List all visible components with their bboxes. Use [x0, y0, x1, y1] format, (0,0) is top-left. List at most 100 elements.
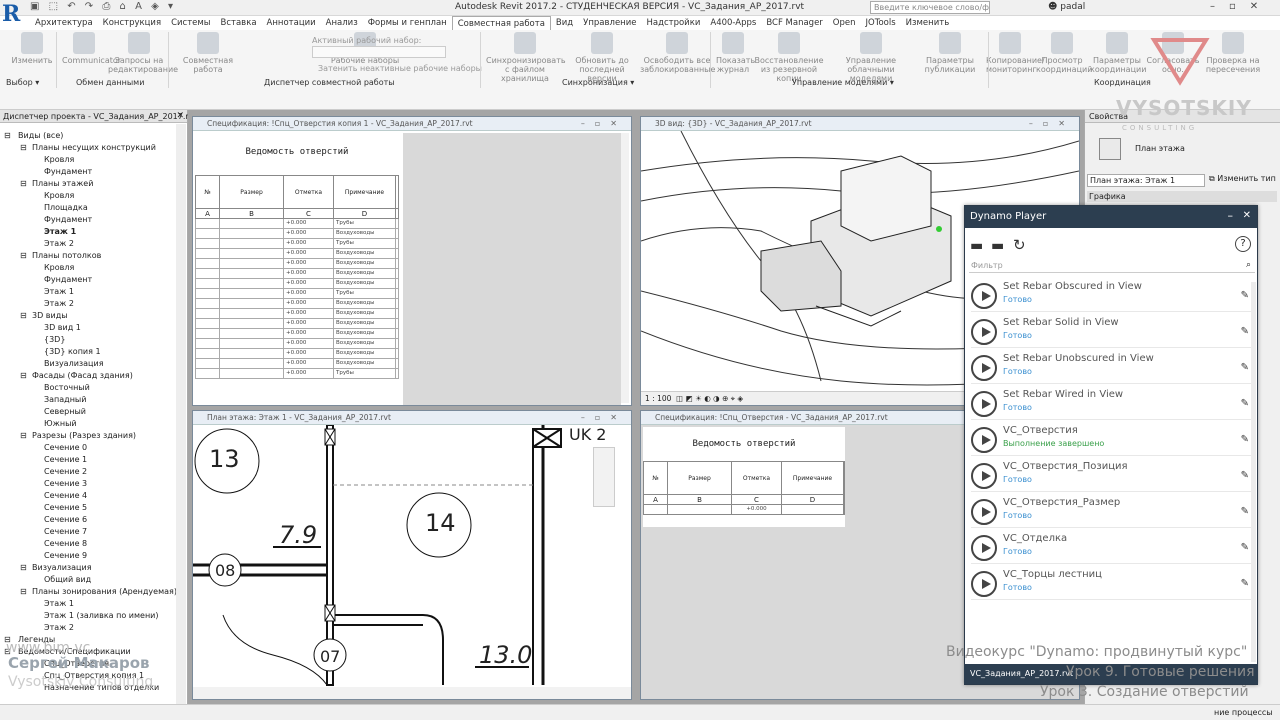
- table-cell[interactable]: [220, 239, 284, 248]
- tab-12[interactable]: BCF Manager: [761, 16, 827, 30]
- table-cell[interactable]: [220, 259, 284, 268]
- browser-item[interactable]: Кровля: [44, 154, 74, 166]
- column-header[interactable]: Отметка: [732, 462, 782, 494]
- ribbon-button-9[interactable]: Восстановление из резервной копии: [752, 32, 826, 83]
- view-scale[interactable]: 1 : 100: [645, 394, 671, 403]
- tab-13[interactable]: Open: [828, 16, 861, 30]
- table-cell[interactable]: +0.000: [284, 289, 334, 298]
- table-cell[interactable]: [220, 219, 284, 228]
- tab-7[interactable]: Совместная работа: [451, 16, 551, 30]
- room-number[interactable]: 14: [425, 509, 456, 537]
- table-row[interactable]: +0.000 Воздуховоды: [195, 349, 399, 359]
- minimize-icon[interactable]: –: [1228, 209, 1234, 222]
- play-icon[interactable]: [971, 499, 997, 525]
- column-header[interactable]: Примечание: [782, 462, 844, 494]
- ribbon-button-1[interactable]: Communicator: [62, 32, 121, 65]
- table-cell[interactable]: [220, 289, 284, 298]
- tab-11[interactable]: A400-Apps: [705, 16, 761, 30]
- browse-folder-icon[interactable]: ▬: [991, 238, 1004, 254]
- browser-item[interactable]: Фундамент: [44, 214, 92, 226]
- dynamo-script-item[interactable]: VC_Отверстия_Размер Готово ✎: [971, 494, 1255, 528]
- dynamo-script-item[interactable]: Set Rebar Solid in View Готово ✎: [971, 314, 1255, 348]
- table-cell[interactable]: [220, 309, 284, 318]
- table-cell[interactable]: Трубы: [334, 289, 396, 298]
- expand-icon[interactable]: ⊟: [20, 586, 27, 598]
- table-cell[interactable]: +0.000: [284, 269, 334, 278]
- ribbon-panel-label[interactable]: Управление моделями ▾: [792, 78, 894, 87]
- table-cell[interactable]: [220, 319, 284, 328]
- browser-item[interactable]: Этаж 2: [44, 298, 74, 310]
- expand-icon[interactable]: ⊟: [20, 178, 27, 190]
- ribbon-button-2[interactable]: Запросы на редактирование: [108, 32, 178, 74]
- user-name[interactable]: ☻ padal: [1048, 2, 1085, 12]
- browser-item[interactable]: Планы этажей: [32, 178, 93, 190]
- table-cell[interactable]: +0.000: [284, 219, 334, 228]
- graphics-group[interactable]: Графика: [1087, 191, 1277, 202]
- dynamo-script-item[interactable]: Set Rebar Unobscured in View Готово ✎: [971, 350, 1255, 384]
- table-cell[interactable]: [196, 309, 220, 318]
- tab-5[interactable]: Анализ: [321, 16, 363, 30]
- quick-access-toolbar[interactable]: ▣ ⬚ ↶ ↷ ⎙ ⌂ A ◈ ▾: [30, 1, 176, 12]
- table-cell[interactable]: [196, 369, 220, 378]
- browser-item[interactable]: Сечение 8: [44, 538, 87, 550]
- ribbon-panel-label[interactable]: Выбор ▾: [6, 78, 39, 87]
- floor-plan-window[interactable]: План этажа: Этаж 1 - VC_Задания_АР_2017.…: [192, 410, 632, 700]
- table-cell[interactable]: [644, 505, 668, 514]
- table-cell[interactable]: [220, 249, 284, 258]
- edit-icon[interactable]: ✎: [1241, 506, 1249, 517]
- browser-item[interactable]: Фасады (Фасад здания): [32, 370, 133, 382]
- scrollbar[interactable]: [621, 133, 629, 403]
- play-icon[interactable]: [971, 571, 997, 597]
- scrollbar[interactable]: [176, 124, 186, 704]
- table-row[interactable]: +0.000 Воздуховоды: [195, 259, 399, 269]
- table-cell[interactable]: Воздуховоды: [334, 339, 396, 348]
- table-cell[interactable]: [196, 219, 220, 228]
- column-letter[interactable]: A: [196, 209, 220, 218]
- browser-item[interactable]: Кровля: [44, 262, 74, 274]
- browser-item[interactable]: Сечение 3: [44, 478, 87, 490]
- tab-1[interactable]: Конструкция: [98, 16, 166, 30]
- table-cell[interactable]: [220, 229, 284, 238]
- browser-item[interactable]: Этаж 2: [44, 238, 74, 250]
- table-cell[interactable]: Воздуховоды: [334, 279, 396, 288]
- browser-item[interactable]: Сечение 1: [44, 454, 87, 466]
- column-header[interactable]: №: [196, 176, 220, 208]
- table-row[interactable]: +0.000 Воздуховоды: [195, 249, 399, 259]
- column-letter[interactable]: D: [782, 495, 844, 504]
- edit-type-button[interactable]: ⧉ Изменить тип: [1209, 174, 1276, 184]
- table-cell[interactable]: Воздуховоды: [334, 359, 396, 368]
- browser-item[interactable]: Этаж 1: [44, 598, 74, 610]
- tab-15[interactable]: Изменить: [901, 16, 955, 30]
- floor-plan-drawing[interactable]: [193, 425, 631, 687]
- close-icon[interactable]: ✕: [176, 111, 184, 121]
- browser-item[interactable]: Сечение 6: [44, 514, 87, 526]
- scrollbar[interactable]: [1251, 282, 1256, 662]
- play-icon[interactable]: [971, 463, 997, 489]
- play-icon[interactable]: [971, 535, 997, 561]
- refresh-icon[interactable]: ↻: [1013, 236, 1026, 254]
- help-search-input[interactable]: Введите ключевое слово/фразу: [870, 1, 990, 14]
- table-cell[interactable]: +0.000: [284, 309, 334, 318]
- table-row[interactable]: +0.000 Трубы: [195, 369, 399, 379]
- column-letter[interactable]: C: [732, 495, 782, 504]
- browser-item[interactable]: Площадка: [44, 202, 88, 214]
- active-workset-dropdown[interactable]: [312, 46, 446, 58]
- column-letter[interactable]: B: [668, 495, 732, 504]
- table-cell[interactable]: +0.000: [284, 349, 334, 358]
- table-cell[interactable]: Воздуховоды: [334, 309, 396, 318]
- table-row[interactable]: +0.000 Воздуховоды: [195, 279, 399, 289]
- browser-item[interactable]: Сечение 5: [44, 502, 87, 514]
- expand-icon[interactable]: ⊟: [20, 250, 27, 262]
- browser-item[interactable]: Разрезы (Разрез здания): [32, 430, 136, 442]
- ribbon-button-3[interactable]: Совместная работа: [172, 32, 244, 74]
- browser-item[interactable]: Этаж 1: [44, 226, 76, 238]
- table-cell[interactable]: [668, 505, 732, 514]
- play-icon[interactable]: [971, 283, 997, 309]
- room-area[interactable]: 7.9: [279, 521, 317, 549]
- column-header[interactable]: №: [644, 462, 668, 494]
- window-controls[interactable]: –▫✕: [581, 413, 627, 422]
- table-cell[interactable]: Воздуховоды: [334, 269, 396, 278]
- ribbon-button-13[interactable]: Просмотр координаций: [1036, 32, 1092, 74]
- table-row[interactable]: +0.000 Воздуховоды: [195, 309, 399, 319]
- table-cell[interactable]: Трубы: [334, 239, 396, 248]
